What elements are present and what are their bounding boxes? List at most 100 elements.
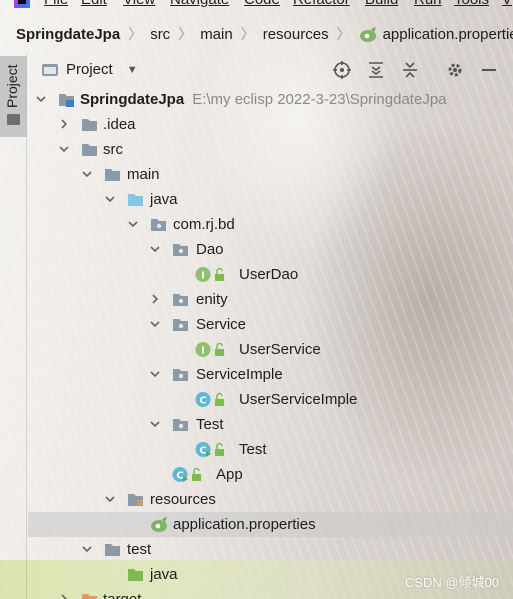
project-tab-label: Project: [4, 64, 20, 108]
tree-label: application.properties: [173, 516, 316, 533]
menu-run[interactable]: Run: [414, 0, 442, 8]
package-icon: [173, 319, 188, 331]
expand-all-icon[interactable]: [366, 60, 386, 80]
menu-code[interactable]: Code: [244, 0, 280, 8]
tree-node-userserviceimple[interactable]: C UserServiceImple: [28, 387, 513, 412]
excluded-folder-icon: [82, 594, 97, 599]
chevron-down-icon[interactable]: [149, 243, 161, 255]
menu-vcs[interactable]: V: [502, 0, 512, 8]
breadcrumb-separator-icon: 〉: [178, 26, 193, 42]
tree-node-userservice[interactable]: I UserService: [28, 337, 513, 362]
tree-node-src[interactable]: src: [28, 137, 513, 162]
menu-build[interactable]: Build: [365, 0, 398, 8]
tree-label: UserDao: [239, 266, 299, 283]
menu-view[interactable]: View: [123, 0, 155, 8]
breadcrumb-resources[interactable]: resources: [263, 26, 329, 43]
chevron-down-icon[interactable]: [58, 143, 70, 155]
lock-icon: [215, 267, 224, 281]
chevron-down-icon[interactable]: [149, 368, 161, 380]
collapse-all-icon[interactable]: [400, 60, 420, 80]
chevron-right-icon[interactable]: [58, 593, 70, 599]
breadcrumb-separator-icon: 〉: [336, 26, 351, 42]
spring-properties-icon: [359, 27, 376, 42]
svg-text:C: C: [199, 396, 206, 407]
tree-label: resources: [150, 491, 216, 508]
tree-node-userdao[interactable]: I UserDao: [28, 262, 513, 287]
tree-label: target: [103, 591, 141, 599]
lock-icon: [192, 467, 201, 481]
tree-node-test-class[interactable]: C Test: [28, 437, 513, 462]
breadcrumb-src[interactable]: src: [150, 26, 170, 43]
spring-properties-icon: [151, 517, 167, 532]
tree-node-main[interactable]: main: [28, 162, 513, 187]
tree-node-project-root[interactable]: SpringdateJpa E:\my eclisp 2022-3-23\Spri…: [28, 87, 513, 112]
tree-label: App: [216, 466, 243, 483]
panel-title: Project: [66, 61, 113, 78]
chevron-down-icon[interactable]: [35, 93, 47, 105]
tree-label: UserServiceImple: [239, 391, 358, 408]
resources-folder-icon: [128, 494, 143, 506]
breadcrumb-project[interactable]: SpringdateJpa: [16, 26, 120, 43]
project-path: E:\my eclisp 2022-3-23\SpringdateJpa: [192, 91, 447, 108]
folder-icon: [7, 114, 20, 125]
lock-icon: [215, 442, 224, 456]
chevron-down-icon[interactable]: [149, 418, 161, 430]
menu-bar: File Edit View Navigate Code Refactor Bu…: [0, 0, 513, 10]
tree-label: enity: [196, 291, 228, 308]
chevron-down-icon[interactable]: [149, 318, 161, 330]
package-icon: [173, 244, 188, 256]
breadcrumb-separator-icon: 〉: [128, 26, 143, 42]
tree-node-test-folder[interactable]: test: [28, 537, 513, 562]
gear-icon[interactable]: [445, 60, 465, 80]
breadcrumb-file[interactable]: application.properties: [359, 25, 513, 43]
menu-edit[interactable]: Edit: [81, 0, 107, 8]
chevron-down-icon[interactable]: [81, 168, 93, 180]
menu-tools[interactable]: Tools: [454, 0, 489, 8]
menu-file[interactable]: File: [44, 0, 68, 8]
tree-node-dao[interactable]: Dao: [28, 237, 513, 262]
breadcrumb: SpringdateJpa 〉 src 〉 main 〉 resources 〉…: [16, 22, 513, 46]
intellij-logo-icon: [14, 0, 30, 8]
tree-node-idea[interactable]: .idea: [28, 112, 513, 137]
menu-navigate[interactable]: Navigate: [170, 0, 229, 8]
tree-node-enity[interactable]: enity: [28, 287, 513, 312]
package-icon: [173, 369, 188, 381]
tree-node-resources[interactable]: resources: [28, 487, 513, 512]
project-view-selector[interactable]: Project ▼: [42, 61, 138, 78]
lock-icon: [215, 342, 224, 356]
svg-text:C: C: [199, 446, 206, 457]
runnable-class-icon: C: [172, 467, 188, 482]
module-folder-icon: [59, 94, 74, 107]
tree-node-service[interactable]: Service: [28, 312, 513, 337]
package-icon: [151, 219, 166, 231]
test-source-folder-icon: [128, 569, 143, 581]
chevron-down-icon[interactable]: [81, 543, 93, 555]
folder-icon: [105, 544, 120, 556]
minimize-icon[interactable]: [479, 60, 499, 80]
folder-icon: [82, 144, 97, 156]
tree-node-test-package[interactable]: Test: [28, 412, 513, 437]
tree-node-package-root[interactable]: com.rj.bd: [28, 212, 513, 237]
tree-node-serviceimple[interactable]: ServiceImple: [28, 362, 513, 387]
chevron-down-icon[interactable]: [104, 193, 116, 205]
svg-text:C: C: [176, 471, 183, 482]
interface-icon: I: [195, 342, 211, 357]
breadcrumb-main[interactable]: main: [200, 26, 233, 43]
watermark: CSDN @倾城00: [404, 575, 499, 590]
breadcrumb-separator-icon: 〉: [240, 26, 255, 42]
chevron-down-icon[interactable]: [127, 218, 139, 230]
chevron-right-icon[interactable]: [149, 293, 161, 305]
tree-node-java[interactable]: java: [28, 187, 513, 212]
package-icon: [173, 419, 188, 431]
tree-label: java: [150, 191, 178, 208]
folder-icon: [105, 169, 120, 181]
chevron-down-icon[interactable]: [104, 493, 116, 505]
tree-label: Dao: [196, 241, 224, 258]
locate-icon[interactable]: [332, 60, 352, 80]
tree-node-application-properties[interactable]: application.properties: [28, 512, 513, 537]
tree-node-app[interactable]: C App: [28, 462, 513, 487]
tree-label: src: [103, 141, 123, 158]
menu-refactor[interactable]: Refactor: [293, 0, 350, 8]
source-folder-icon: [128, 194, 143, 206]
chevron-right-icon[interactable]: [58, 118, 70, 130]
